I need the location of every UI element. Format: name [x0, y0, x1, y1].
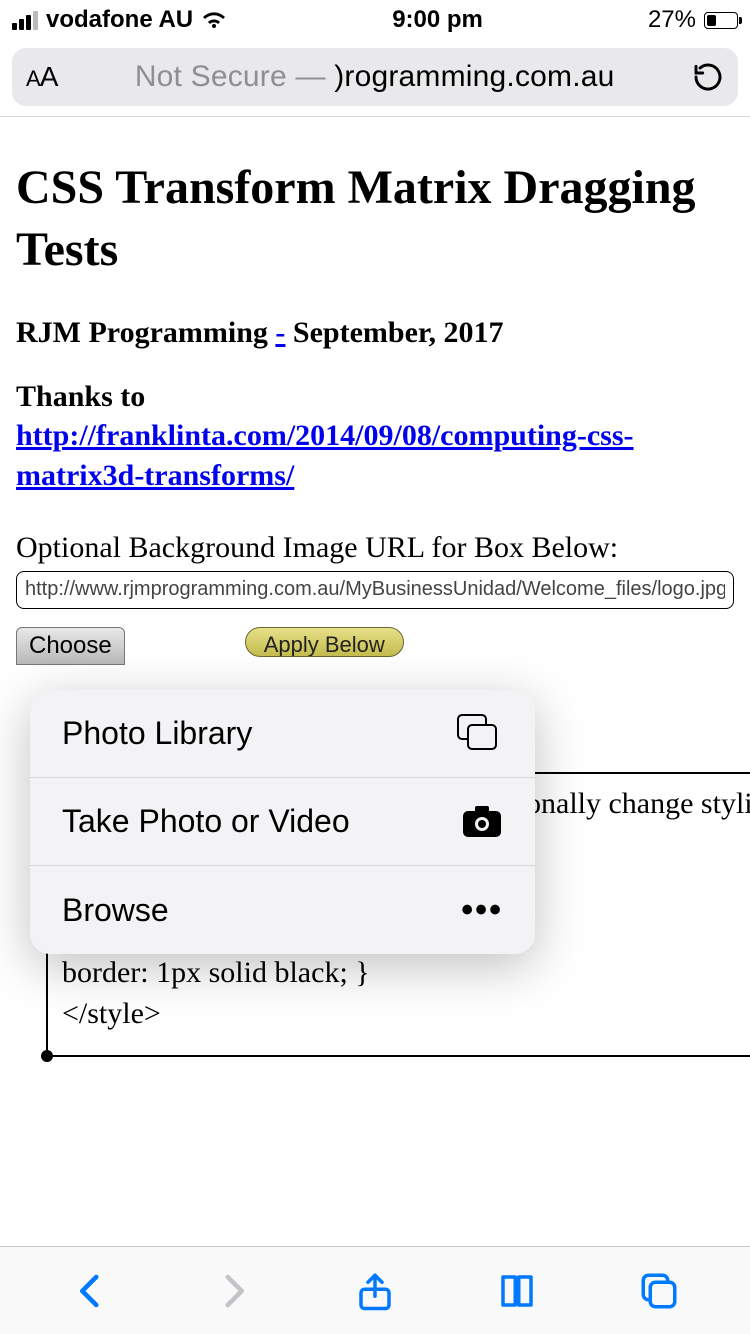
input-label: Optional Background Image URL for Box Be…	[16, 531, 734, 565]
thanks-link[interactable]: http://franklinta.com/2014/09/08/computi…	[16, 416, 734, 497]
code-line-2: </style>	[62, 994, 370, 1035]
file-picker-sheet: Photo Library Take Photo or Video Browse…	[30, 690, 535, 954]
time-label: 9:00 pm	[392, 6, 483, 34]
status-bar: vodafone AU 9:00 pm 27%	[0, 0, 750, 40]
domain-label: )rogramming.com.au	[334, 60, 614, 93]
camera-icon	[461, 805, 503, 839]
back-icon[interactable]	[70, 1270, 112, 1312]
photo-stack-icon	[457, 714, 503, 754]
wifi-icon	[201, 10, 227, 30]
bookmarks-icon[interactable]	[496, 1270, 538, 1312]
url-display[interactable]: Not Secure — )rogramming.com.au	[71, 60, 678, 94]
signal-icon	[12, 11, 38, 30]
url-bar[interactable]: AA Not Secure — )rogramming.com.au	[12, 48, 738, 106]
drag-handle[interactable]	[41, 1050, 53, 1062]
subheading: RJM Programming - September, 2017	[16, 316, 734, 350]
hint-fragment: onally change styling	[526, 787, 750, 821]
battery-icon	[704, 12, 738, 29]
date-label: September, 2017	[293, 316, 504, 349]
photo-library-option[interactable]: Photo Library	[30, 690, 535, 778]
code-line-1: border: 1px solid black; }	[62, 953, 370, 994]
status-left: vodafone AU	[12, 6, 227, 34]
carrier-label: vodafone AU	[46, 6, 193, 34]
more-icon: •••	[461, 891, 503, 930]
background-url-input[interactable]	[16, 571, 734, 609]
box-border-bottom	[46, 1055, 750, 1057]
take-photo-option[interactable]: Take Photo or Video	[30, 778, 535, 866]
tabs-icon[interactable]	[638, 1270, 680, 1312]
code-fragment: border: 1px solid black; } </style>	[62, 953, 370, 1034]
choose-file-button[interactable]: Choose	[16, 627, 125, 665]
author-label: RJM Programming	[16, 316, 268, 349]
status-right: 27%	[648, 6, 738, 34]
separator: —	[295, 60, 325, 93]
browse-label: Browse	[62, 892, 169, 929]
url-bar-container: AA Not Secure — )rogramming.com.au	[0, 40, 750, 106]
photo-library-label: Photo Library	[62, 715, 252, 752]
dash-link[interactable]: -	[275, 316, 285, 349]
browse-option[interactable]: Browse •••	[30, 866, 535, 954]
take-photo-label: Take Photo or Video	[62, 803, 350, 840]
share-icon[interactable]	[354, 1270, 396, 1312]
thanks-label: Thanks to	[16, 380, 734, 414]
forward-icon	[212, 1270, 254, 1312]
browser-toolbar	[0, 1246, 750, 1334]
reload-icon[interactable]	[692, 61, 724, 93]
battery-label: 27%	[648, 6, 696, 34]
page-content: CSS Transform Matrix Dragging Tests RJM …	[0, 117, 750, 665]
text-size-button[interactable]: AA	[26, 61, 57, 93]
security-label: Not Secure	[135, 60, 287, 93]
page-title: CSS Transform Matrix Dragging Tests	[16, 157, 734, 282]
apply-below-button[interactable]: Apply Below	[245, 627, 404, 657]
